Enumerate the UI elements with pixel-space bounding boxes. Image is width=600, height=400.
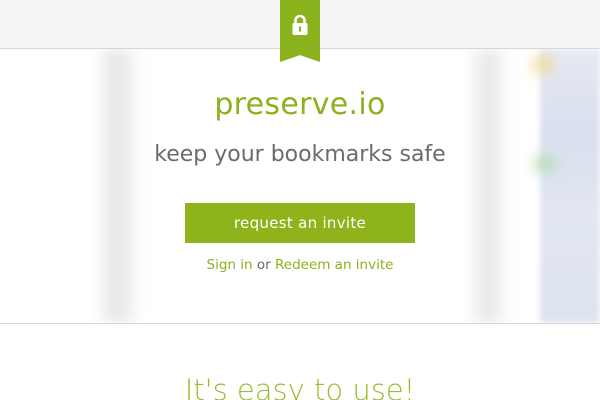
lock-ribbon: [280, 0, 320, 62]
features-title: It's easy to use!: [184, 373, 416, 400]
lock-icon: [292, 14, 308, 35]
redeem-invite-link[interactable]: Redeem an invite: [275, 257, 393, 273]
tagline: keep your bookmarks safe: [154, 142, 446, 167]
sign-in-link[interactable]: Sign in: [207, 257, 253, 273]
background-blur-spot: [530, 55, 554, 75]
hero-section: preserve.io keep your bookmarks safe req…: [0, 49, 600, 323]
section-divider: [0, 323, 600, 324]
landing-page: preserve.io keep your bookmarks safe req…: [0, 0, 600, 400]
separator-text: or: [256, 257, 271, 273]
auth-links: Sign in or Redeem an invite: [0, 256, 600, 274]
brand-title: preserve.io: [214, 87, 386, 122]
request-invite-button[interactable]: request an invite: [185, 203, 415, 243]
